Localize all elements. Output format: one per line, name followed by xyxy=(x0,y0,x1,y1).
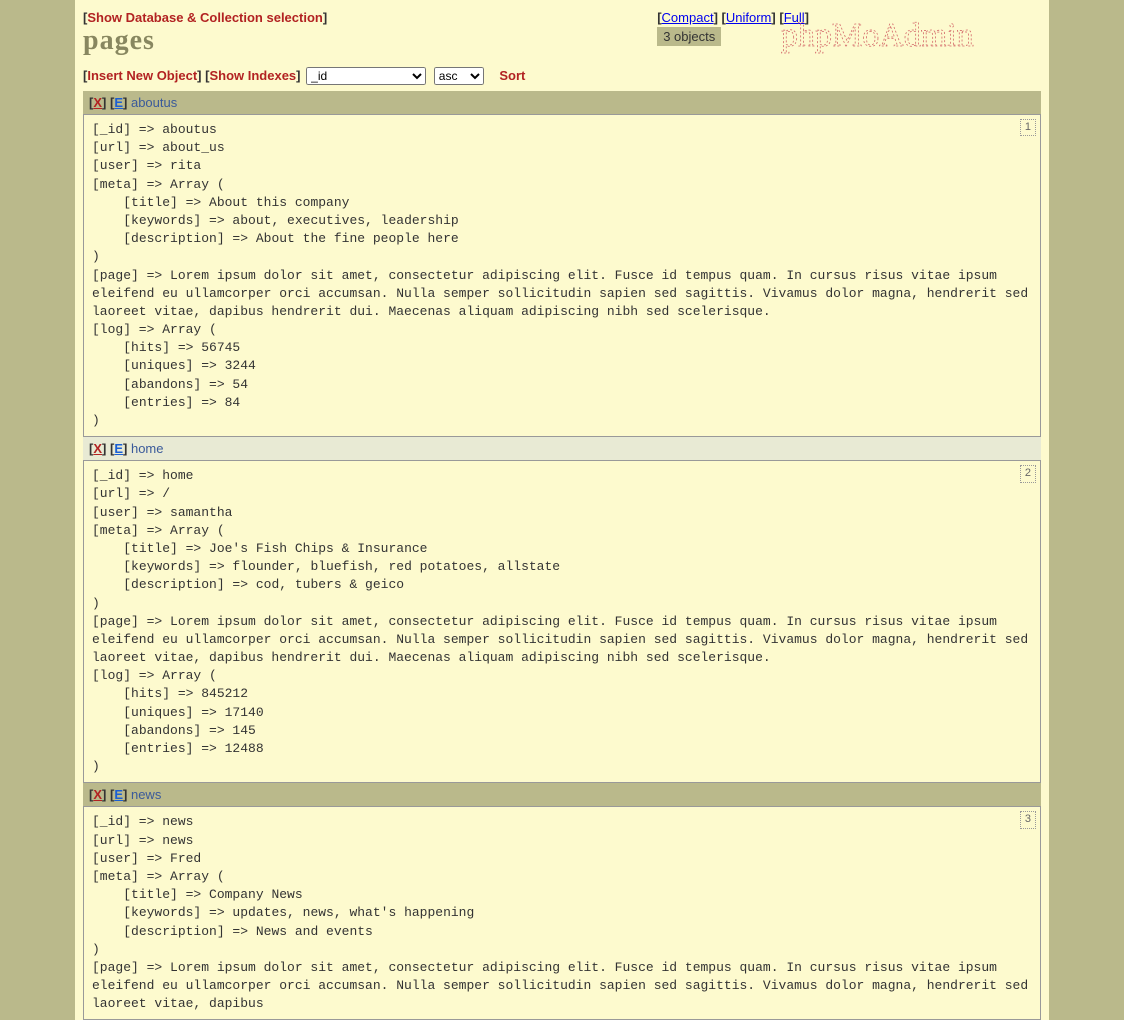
show-db-link[interactable]: Show Database & Collection selection xyxy=(87,10,323,25)
document-id: news xyxy=(131,787,161,802)
document: [X] [E] news[_id] => news [url] => news … xyxy=(83,783,1041,1020)
sort-field-select[interactable]: _id xyxy=(306,67,426,85)
header: [Show Database & Collection selection] p… xyxy=(75,0,1049,65)
insert-new-object-link[interactable]: Insert New Object xyxy=(87,68,197,83)
document-index: 1 xyxy=(1020,119,1036,136)
view-uniform-link[interactable]: Uniform xyxy=(726,10,772,25)
delete-link[interactable]: X xyxy=(93,95,102,110)
controls-row: [Insert New Object] [Show Indexes] _id a… xyxy=(75,65,1049,91)
main-container: [Show Database & Collection selection] p… xyxy=(75,0,1049,1020)
document-body: [_id] => home [url] => / [user] => saman… xyxy=(83,460,1041,783)
document-index: 3 xyxy=(1020,811,1036,828)
sort-label[interactable]: Sort xyxy=(499,68,525,83)
document-body: [_id] => news [url] => news [user] => Fr… xyxy=(83,806,1041,1020)
document-id: aboutus xyxy=(131,95,177,110)
delete-link[interactable]: X xyxy=(93,441,102,456)
document-id: home xyxy=(131,441,164,456)
view-compact-link[interactable]: Compact xyxy=(662,10,714,25)
document: [X] [E] home[_id] => home [url] => / [us… xyxy=(83,437,1041,783)
edit-link[interactable]: E xyxy=(114,95,123,110)
document-header: [X] [E] home xyxy=(83,437,1041,460)
edit-link[interactable]: E xyxy=(114,441,123,456)
document-body: [_id] => aboutus [url] => about_us [user… xyxy=(83,114,1041,437)
document-header: [X] [E] aboutus xyxy=(83,91,1041,114)
logo: phpMoAdmin xyxy=(781,6,1041,64)
logo-text: phpMoAdmin xyxy=(781,17,974,54)
delete-link[interactable]: X xyxy=(93,787,102,802)
object-count: 3 objects xyxy=(657,27,721,46)
sort-direction-select[interactable]: asc xyxy=(434,67,484,85)
document-index: 2 xyxy=(1020,465,1036,482)
show-indexes-link[interactable]: Show Indexes xyxy=(209,68,296,83)
document: [X] [E] aboutus[_id] => aboutus [url] =>… xyxy=(83,91,1041,437)
edit-link[interactable]: E xyxy=(114,787,123,802)
document-header: [X] [E] news xyxy=(83,783,1041,806)
